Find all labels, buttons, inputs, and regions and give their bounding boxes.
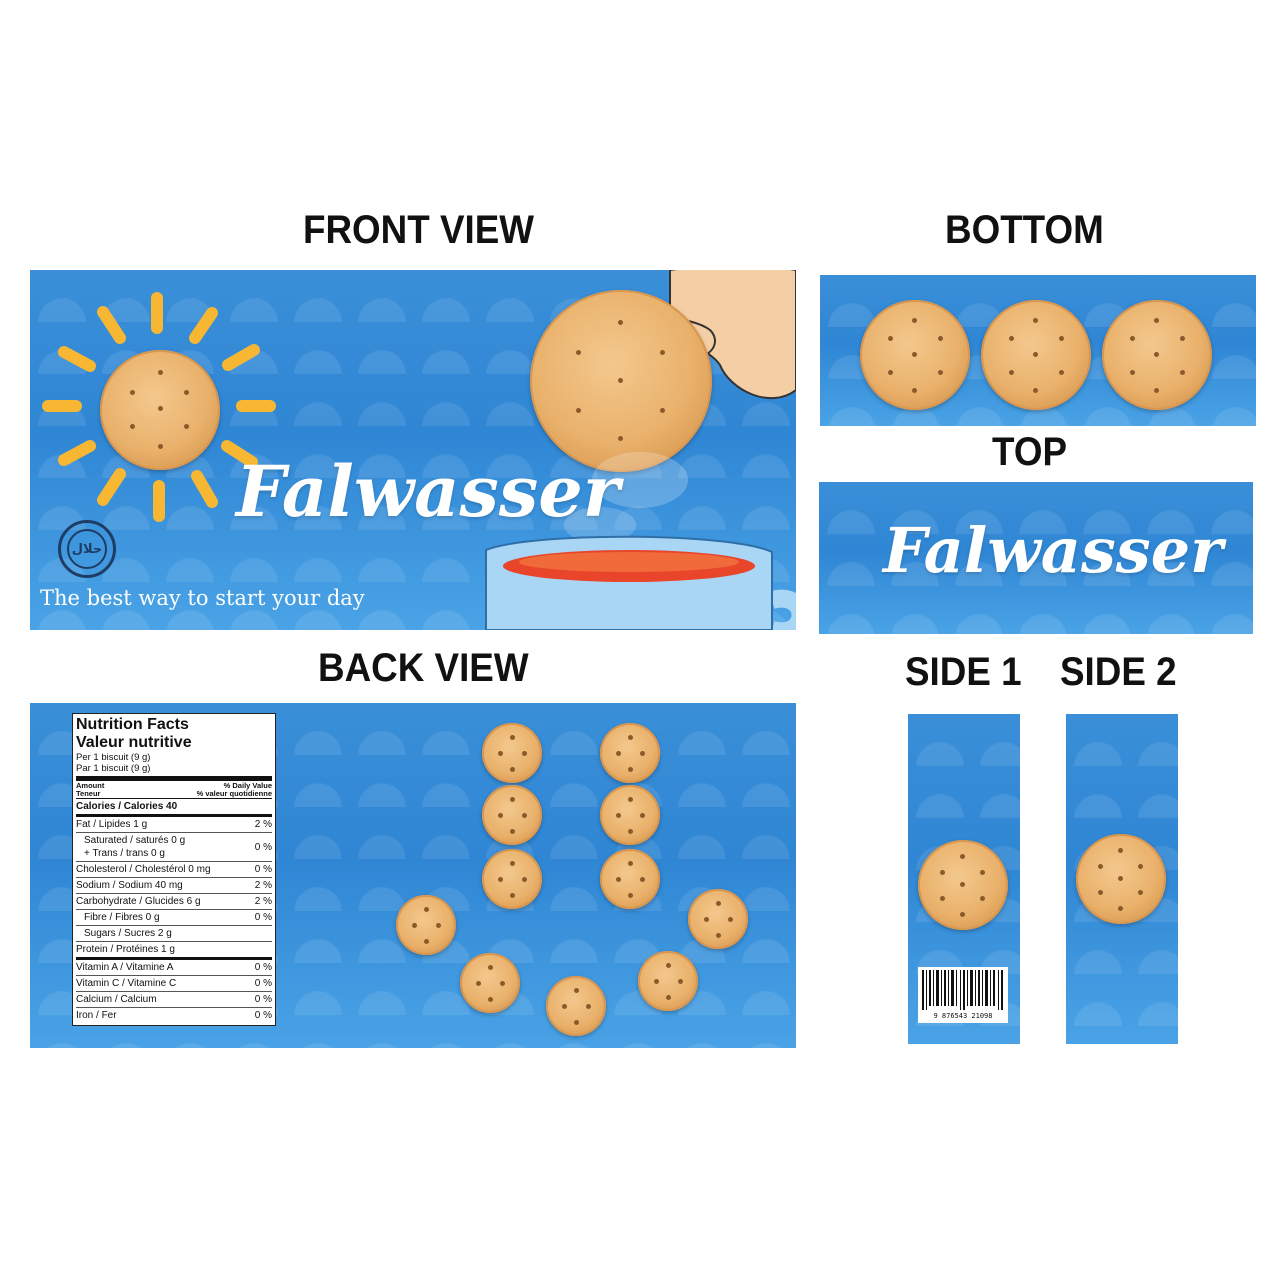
calcium-dv: 0 % — [254, 994, 272, 1005]
nutrient-carbohydrate-dv: 2 % — [254, 896, 272, 907]
amount-fr: Teneur — [76, 789, 101, 798]
iron: Iron / Fer — [76, 1010, 117, 1021]
nutrient-fat: Fat / Lipides 1 g — [76, 819, 148, 830]
heading-bottom: BOTTOM — [945, 208, 1104, 252]
back-panel: Nutrition Facts Valeur nutritive Per 1 b… — [30, 703, 796, 1048]
halal-logo: حلال — [58, 520, 116, 578]
heading-top: TOP — [992, 430, 1067, 474]
bottom-cracker-3 — [1102, 300, 1212, 410]
vitamin-c-dv: 0 % — [254, 978, 272, 989]
iron-dv: 0 % — [254, 1010, 272, 1021]
back-cracker — [482, 785, 542, 845]
nutrition-title-fr: Valeur nutritive — [76, 734, 192, 751]
nutrient-sodium-dv: 2 % — [254, 880, 272, 891]
front-panel: حلال Falwasser The best way to start you… — [30, 270, 796, 630]
serving-en: Per 1 biscuit (9 g) — [76, 752, 151, 763]
nutrition-title-en: Nutrition Facts — [76, 716, 189, 733]
nutrient-protein: Protein / Protéines 1 g — [76, 944, 175, 955]
side-1-panel: 9 876543 21098 — [908, 714, 1020, 1044]
top-panel: Falwasser — [819, 482, 1253, 634]
nutrient-fibre: Fibre / Fibres 0 g — [84, 912, 160, 923]
heading-front-view: FRONT VIEW — [303, 208, 535, 252]
calcium: Calcium / Calcium — [76, 994, 157, 1005]
nutrient-carbohydrate: Carbohydrate / Glucides 6 g — [76, 896, 201, 907]
nutrient-saturated: Saturated / saturés 0 g — [84, 835, 186, 846]
top-brand-name: Falwasser — [883, 514, 1223, 587]
side-2-panel — [1066, 714, 1178, 1044]
back-cracker — [638, 951, 698, 1011]
vitamin-c: Vitamin C / Vitamine C — [76, 978, 177, 989]
nutrient-cholesterol-dv: 0 % — [254, 864, 272, 875]
heading-side-2: SIDE 2 — [1060, 650, 1177, 694]
heading-back-view: BACK VIEW — [318, 646, 529, 690]
bottom-cracker-1 — [860, 300, 970, 410]
dv-fr: % valeur quotidienne — [196, 789, 272, 798]
barcode-number: 9 876543 21098 — [933, 1012, 993, 1020]
nutrient-fibre-dv: 0 % — [254, 912, 272, 923]
nutrient-sugars: Sugars / Sucres 2 g — [84, 928, 172, 939]
back-cracker — [688, 889, 748, 949]
bottom-panel — [820, 275, 1256, 426]
vitamin-a-dv: 0 % — [254, 962, 272, 973]
vitamin-a: Vitamin A / Vitamine A — [76, 962, 174, 973]
serving-fr: Par 1 biscuit (9 g) — [76, 763, 151, 774]
bottom-cracker-2 — [981, 300, 1091, 410]
back-cracker — [600, 849, 660, 909]
side-2-cracker — [1076, 834, 1166, 924]
nutrient-fat-dv: 2 % — [254, 819, 272, 830]
barcode: 9 876543 21098 — [918, 967, 1008, 1023]
back-cracker — [482, 723, 542, 783]
back-cracker — [396, 895, 456, 955]
back-cracker — [546, 976, 606, 1036]
side-1-cracker — [918, 840, 1008, 930]
calories-row: Calories / Calories 40 — [76, 801, 178, 812]
heading-side-1: SIDE 1 — [905, 650, 1022, 694]
back-cracker — [482, 849, 542, 909]
nutrient-trans: + Trans / trans 0 g — [84, 848, 165, 859]
back-cracker — [460, 953, 520, 1013]
front-brand-name: Falwasser — [236, 450, 620, 533]
front-tagline: The best way to start your day — [40, 586, 365, 610]
nutrient-cholesterol: Cholesterol / Cholestérol 0 mg — [76, 864, 211, 875]
back-cracker — [600, 723, 660, 783]
barcode-bars — [922, 970, 1003, 1010]
nutrient-saturated-dv: 0 % — [254, 841, 272, 853]
back-cracker — [600, 785, 660, 845]
nutrition-facts-table: Nutrition Facts Valeur nutritive Per 1 b… — [72, 713, 276, 1026]
nutrient-sodium: Sodium / Sodium 40 mg — [76, 880, 183, 891]
